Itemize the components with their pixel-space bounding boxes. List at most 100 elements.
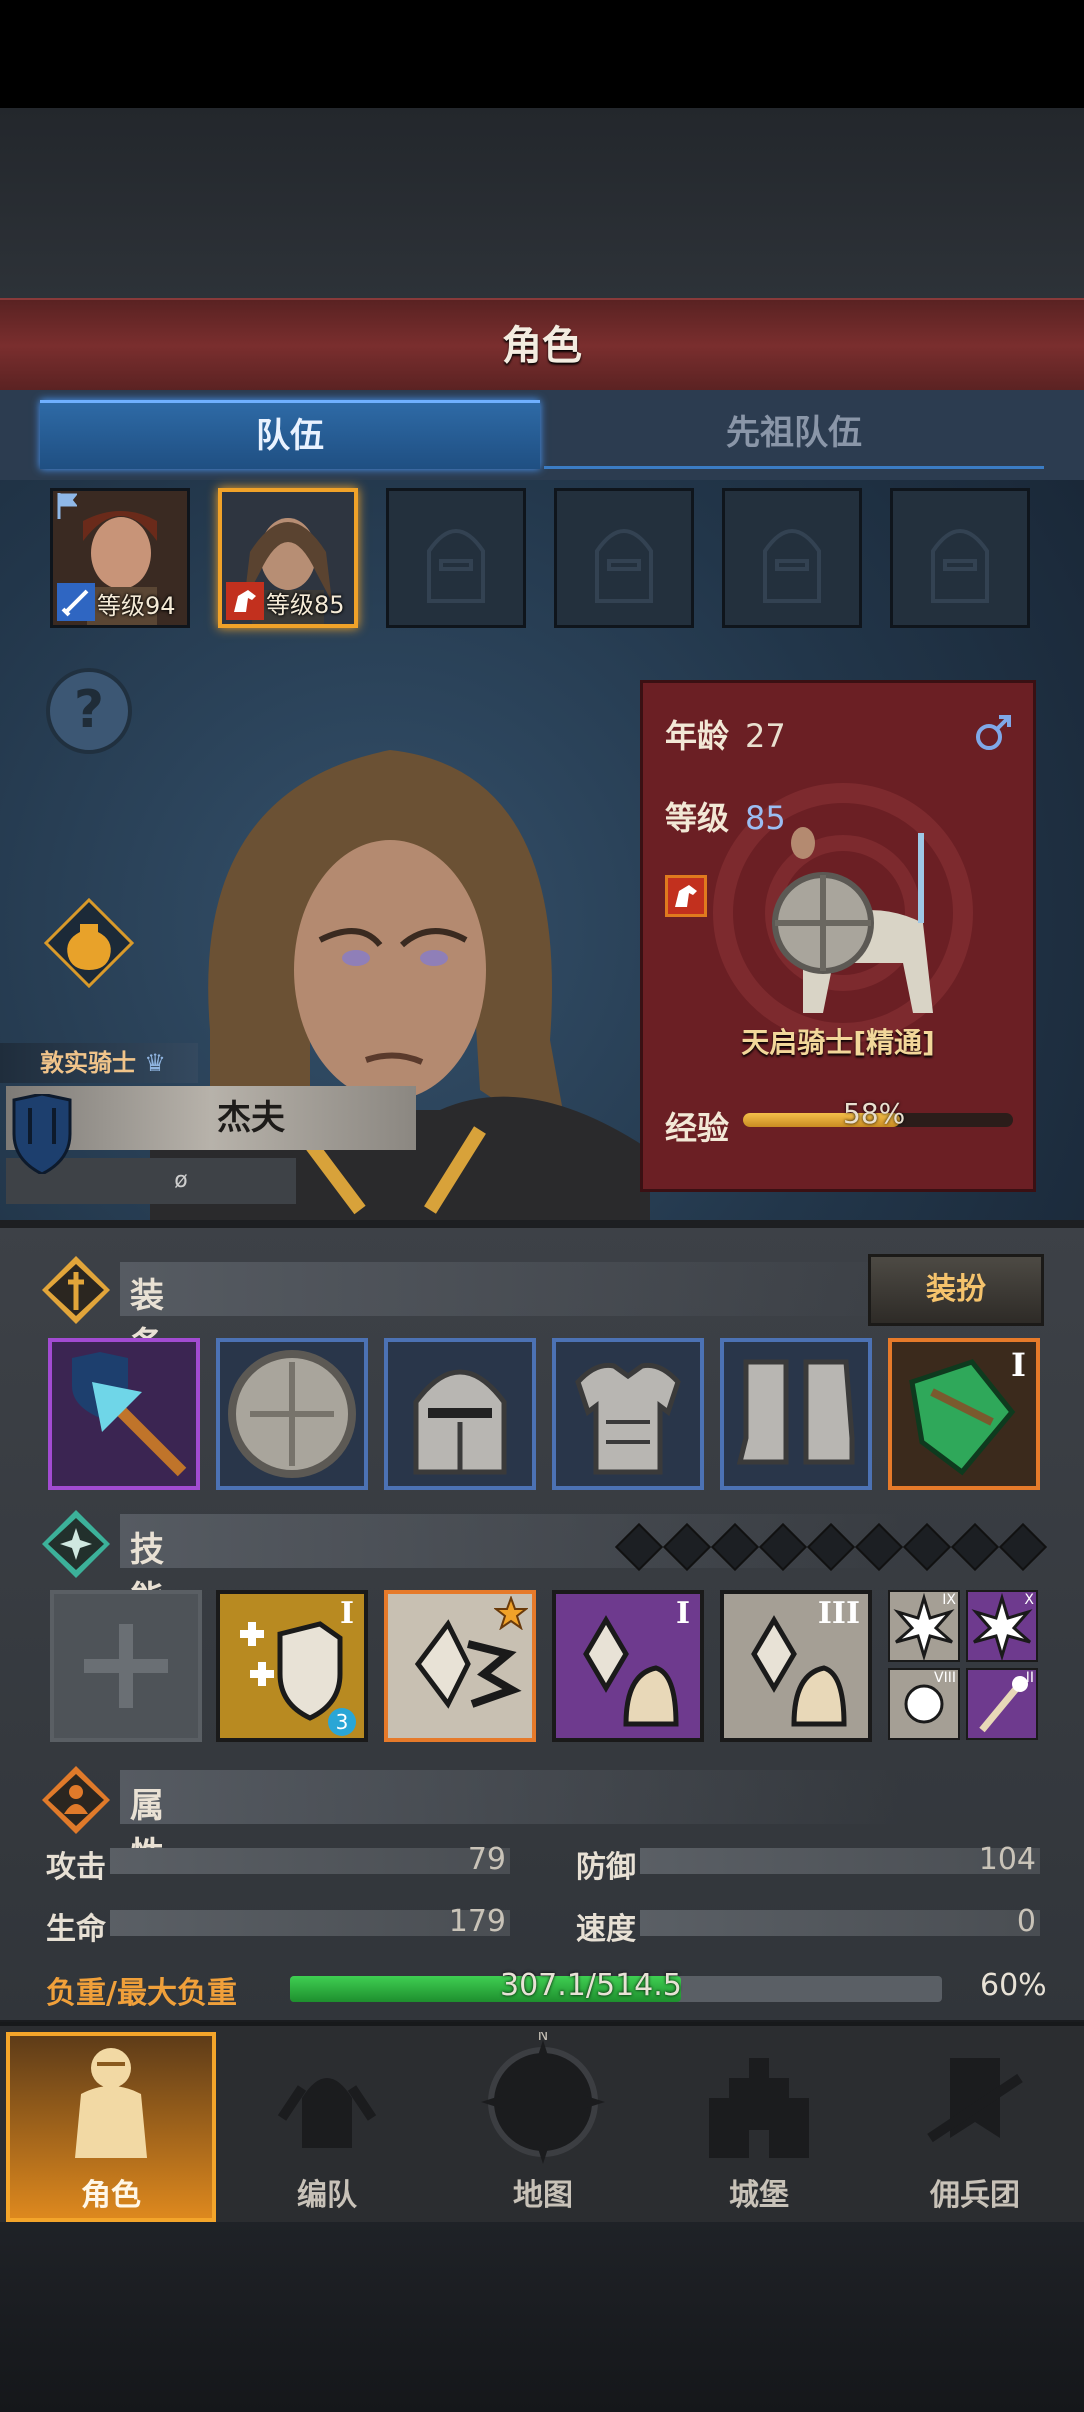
- equip-slot-weapon[interactable]: [48, 1338, 200, 1490]
- hp-label: 生命: [46, 1912, 106, 1947]
- shield-icon: [12, 1094, 72, 1174]
- person-section-icon: [42, 1766, 110, 1834]
- flag-icon: [57, 493, 77, 519]
- section-strip: [120, 1262, 900, 1316]
- equip-slot-accessory[interactable]: I: [888, 1338, 1040, 1490]
- help-button[interactable]: ?: [46, 668, 132, 754]
- class-name: 天启骑士[精通]: [741, 1026, 935, 1059]
- compass-map-icon: N: [481, 2028, 605, 2164]
- knight-nav-icon: [75, 2048, 147, 2158]
- plate-armor-icon: [575, 1362, 681, 1475]
- mini-skill-4[interactable]: II: [966, 1668, 1038, 1740]
- age-value: 27: [745, 717, 786, 755]
- xp-value: 58%: [843, 1097, 906, 1130]
- empty-helmet-icon: [931, 529, 989, 603]
- tier-badge: X: [1024, 1592, 1034, 1608]
- nav-label: 城堡: [729, 2178, 789, 2213]
- section-strip: [120, 1770, 900, 1824]
- sword-section-icon: [42, 1256, 110, 1324]
- attack-label: 攻击: [46, 1850, 106, 1885]
- panel-divider: [0, 1220, 1084, 1228]
- equip-slot-armor[interactable]: [552, 1338, 704, 1490]
- nav-map[interactable]: N 地图: [438, 2028, 648, 2222]
- hero-title-label: 敦实骑士 ♛: [0, 1043, 198, 1083]
- status-bar-area: [0, 0, 1084, 108]
- party-slot-level: 等级85: [266, 591, 345, 619]
- age-label: 年龄: [665, 717, 730, 755]
- cross-placeholder-icon: [84, 1624, 168, 1708]
- empty-helmet-icon: [763, 529, 821, 603]
- potion-button-icon[interactable]: [44, 898, 134, 988]
- defense-value: 104: [978, 1842, 1036, 1877]
- star-section-icon: [42, 1510, 110, 1578]
- xp-label: 经验: [665, 1109, 730, 1147]
- bottom-background: [0, 2222, 1084, 2412]
- dress-up-button[interactable]: 装扮: [868, 1254, 1044, 1326]
- attack-value: 79: [467, 1842, 506, 1877]
- knight-mount-icon: [772, 827, 933, 1013]
- tab-ancestor-party[interactable]: 先祖队伍: [544, 400, 1044, 469]
- castle-nav-icon: [709, 2058, 809, 2158]
- nav-label: 佣兵团: [930, 2178, 1020, 2213]
- equip-slot-helmet[interactable]: [384, 1338, 536, 1490]
- hero-info-panel: 年龄 27 等级 85 天启骑士[精通] 经验 58%: [640, 680, 1036, 1192]
- horse-class-icon: [665, 875, 707, 917]
- skill-slot-4[interactable]: III: [720, 1590, 872, 1742]
- skill-slot-3[interactable]: I: [552, 1590, 704, 1742]
- nav-label: 角色: [81, 2178, 141, 2213]
- crystal-mace-icon: [72, 1352, 187, 1477]
- party-slot-1[interactable]: 等级94: [50, 488, 190, 628]
- empty-helmet-icon: [595, 529, 653, 603]
- hero-title-text: 敦实骑士: [40, 1049, 136, 1077]
- tab-bar: 队伍 先祖队伍: [0, 390, 1084, 480]
- skill-slot-empty[interactable]: [50, 1590, 202, 1742]
- party-slot-2[interactable]: 等级85: [218, 488, 358, 628]
- tab-party[interactable]: 队伍: [40, 400, 540, 469]
- mini-skill-1[interactable]: IX: [888, 1590, 960, 1662]
- load-percent: 60%: [980, 1968, 1047, 2003]
- formation-nav-icon: [277, 2078, 377, 2148]
- speed-value: 0: [1016, 1904, 1036, 1939]
- tier-badge: IX: [942, 1592, 956, 1608]
- equip-slot-shield[interactable]: [216, 1338, 368, 1490]
- party-slot-empty[interactable]: [890, 488, 1030, 628]
- nav-castle[interactable]: 城堡: [654, 2032, 864, 2222]
- skill-slot-1[interactable]: I 3: [216, 1590, 368, 1742]
- male-symbol-icon: [976, 715, 1011, 750]
- defense-label: 防御: [576, 1850, 636, 1885]
- mercenary-banner-icon: [927, 2058, 1023, 2143]
- tier-badge: I: [675, 1596, 690, 1631]
- mini-skill-3[interactable]: VIII: [888, 1668, 960, 1740]
- nav-label: 地图: [513, 2178, 573, 2213]
- nav-character[interactable]: 角色: [6, 2032, 216, 2222]
- nav-mercenary[interactable]: 佣兵团: [870, 2032, 1080, 2222]
- page-title: 角色: [502, 323, 582, 369]
- nav-formation[interactable]: 编队: [222, 2032, 432, 2222]
- crown-icon: ♛: [144, 1049, 166, 1077]
- horse-class-icon: [226, 582, 264, 620]
- sword-class-icon: [57, 583, 95, 621]
- equip-slot-boots[interactable]: [720, 1338, 872, 1490]
- speed-label: 速度: [576, 1912, 636, 1947]
- load-label: 负重/最大负重: [46, 1976, 237, 2011]
- svg-text:N: N: [538, 2032, 548, 2044]
- tier-badge: III: [817, 1596, 860, 1631]
- tier-badge: I: [1011, 1346, 1026, 1384]
- skill-slot-2[interactable]: [384, 1590, 536, 1742]
- helmet-icon: [413, 1369, 507, 1475]
- hp-value: 179: [448, 1904, 506, 1939]
- title-bar: 角色: [0, 298, 1084, 395]
- load-value: 307.1/514.5: [500, 1968, 682, 2003]
- tier-badge: I: [339, 1596, 354, 1631]
- age-row: 年龄 27: [665, 711, 786, 757]
- party-slot-level: 等级94: [97, 592, 176, 620]
- round-shield-icon: [228, 1350, 356, 1478]
- party-slot-empty[interactable]: [386, 488, 526, 628]
- header-background: [0, 108, 1084, 298]
- greaves-icon: [736, 1359, 855, 1465]
- empty-helmet-icon: [427, 529, 485, 603]
- party-slot-empty[interactable]: [554, 488, 694, 628]
- mini-skill-2[interactable]: X: [966, 1590, 1038, 1662]
- party-slot-empty[interactable]: [722, 488, 862, 628]
- skill-count-badge: 3: [328, 1708, 356, 1736]
